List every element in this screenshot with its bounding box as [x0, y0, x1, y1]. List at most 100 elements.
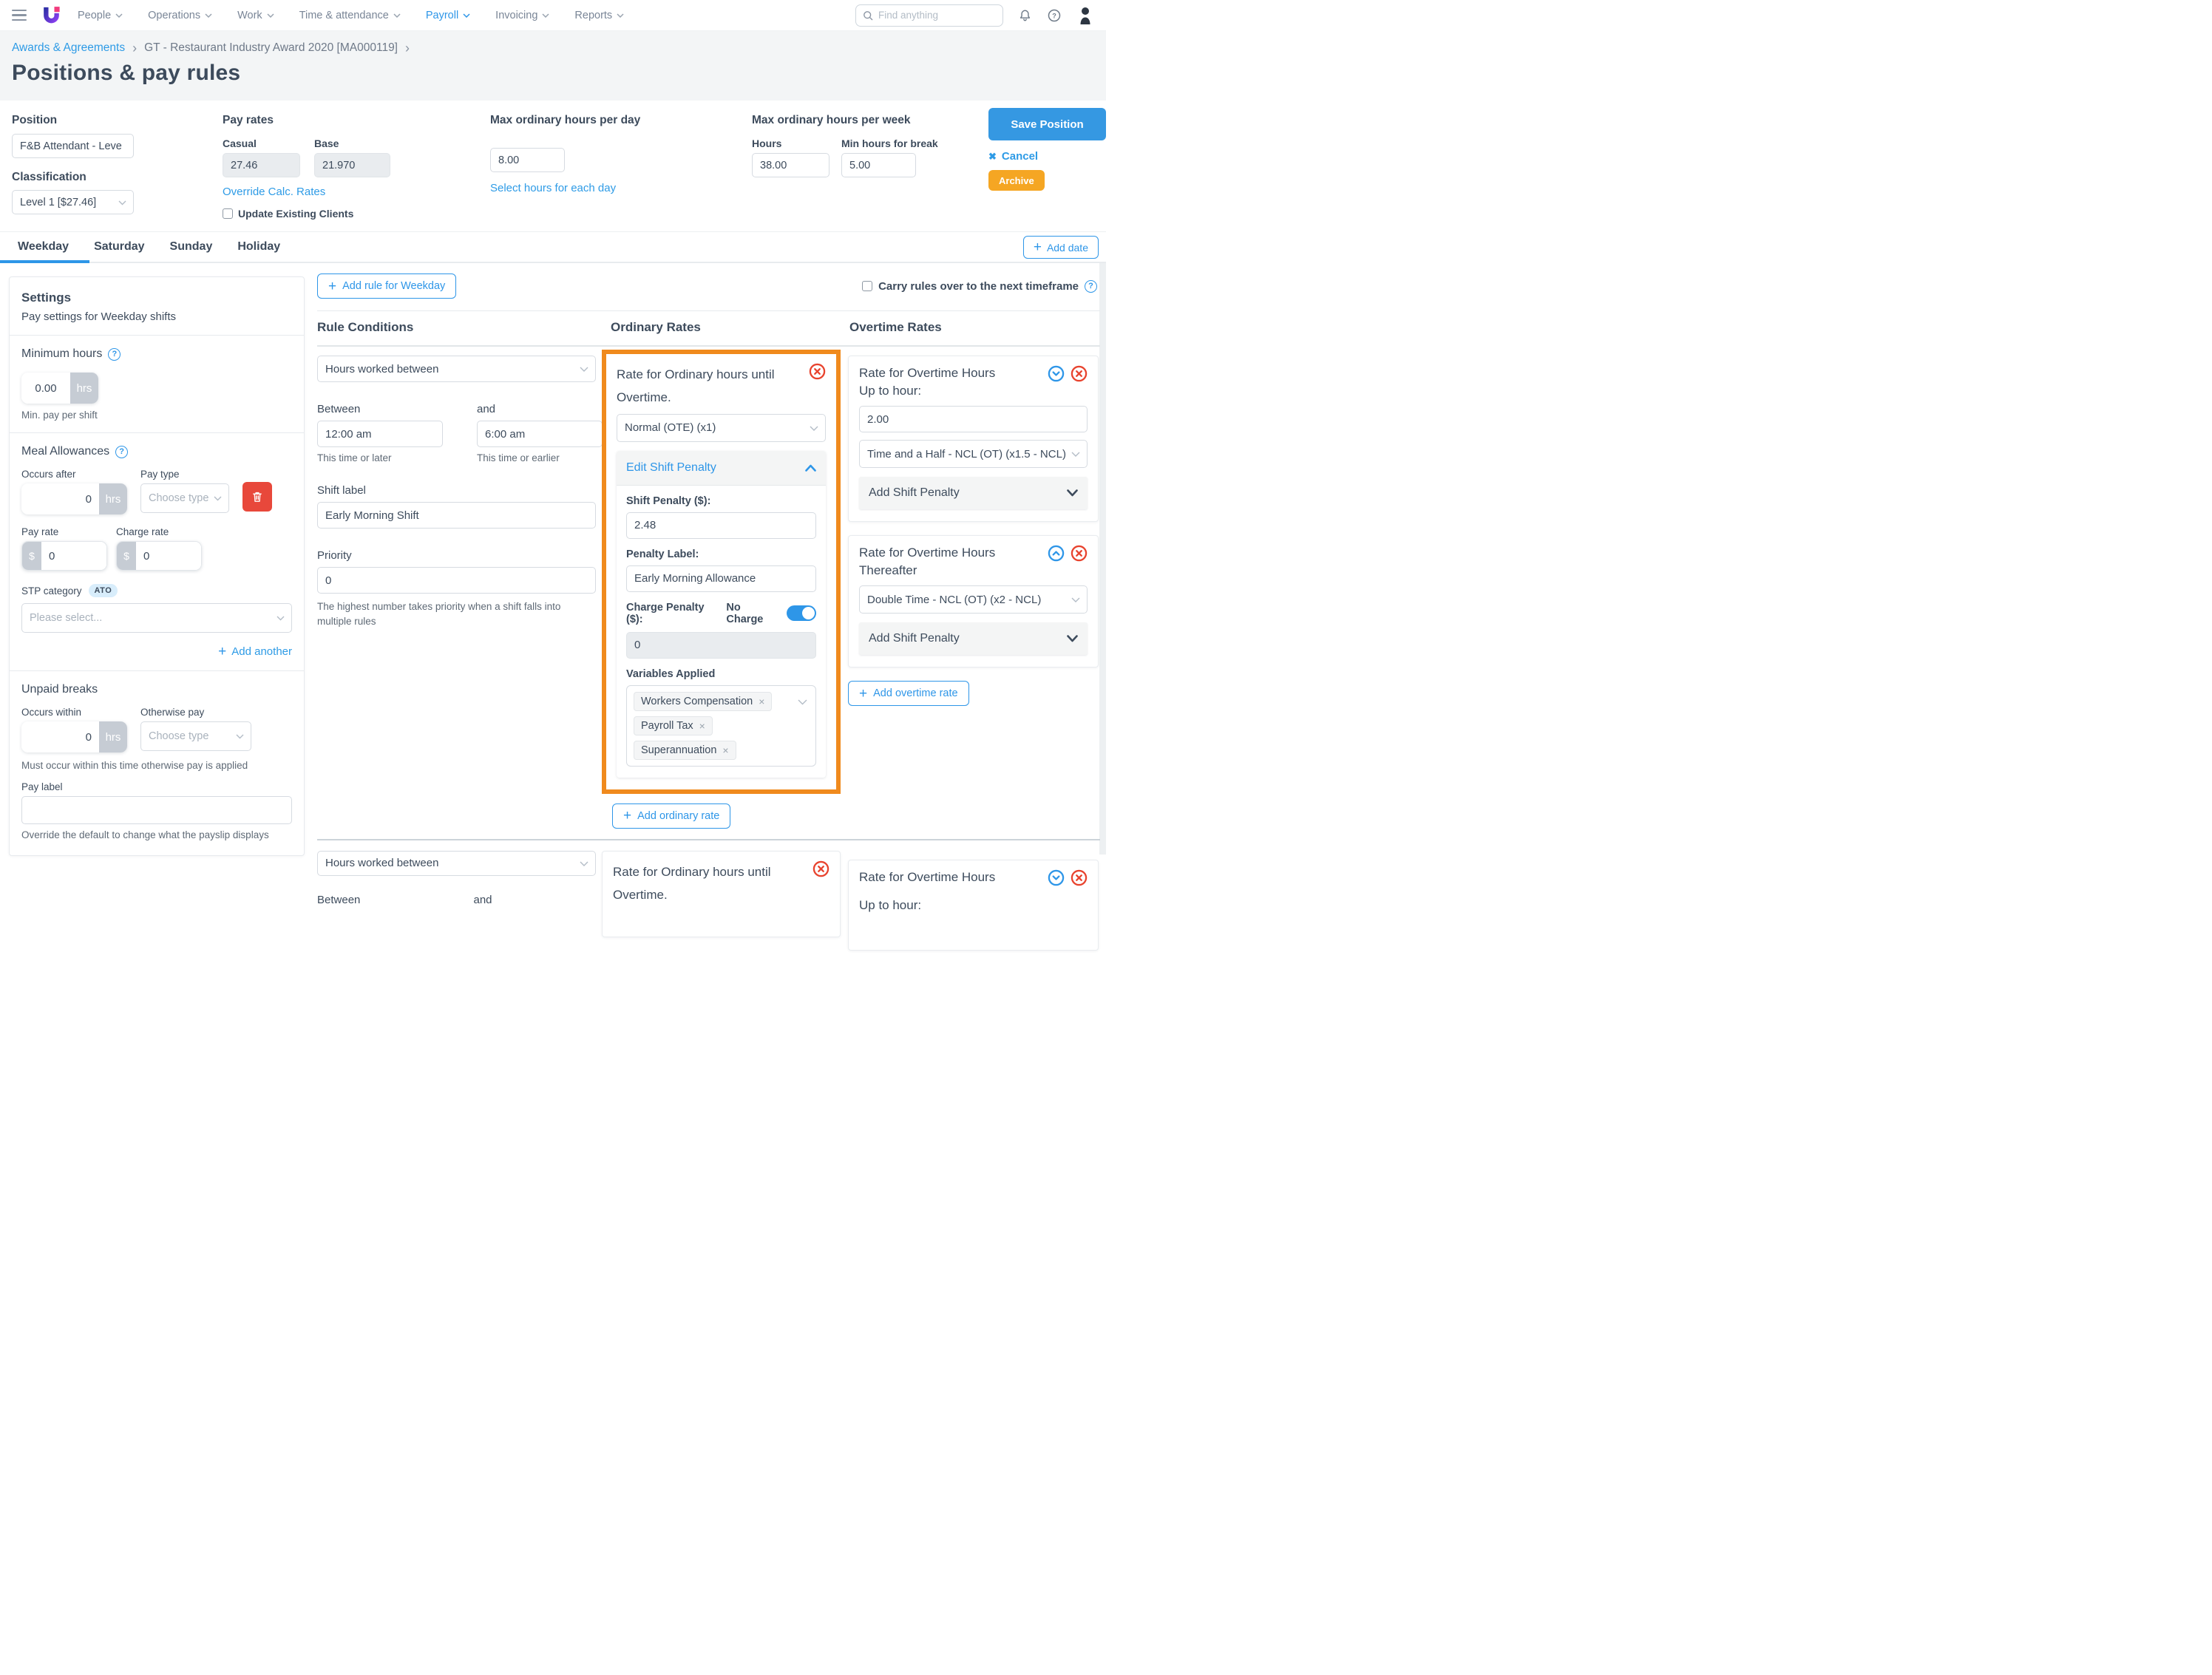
menu-icon[interactable] [12, 10, 27, 21]
add-another-allowance-link[interactable]: + Add another [21, 645, 292, 659]
nav-item-reports[interactable]: Reports [574, 10, 624, 21]
remove-overtime-rate-icon[interactable] [1071, 869, 1088, 886]
add-shift-penalty-toggle[interactable]: Add Shift Penalty [859, 477, 1088, 509]
occurs-within-input[interactable] [21, 721, 99, 752]
rule1-condition-select[interactable]: Hours worked between [317, 356, 596, 382]
variable-chip-label: Superannuation [641, 744, 716, 756]
overtime-rate-value: Time and a Half - NCL (OT) (x1.5 - NCL) [867, 448, 1066, 461]
add-date-button[interactable]: + Add date [1023, 236, 1099, 259]
overtime-rate-select[interactable]: Double Time - NCL (OT) (x2 - NCL) [859, 585, 1088, 614]
breadcrumb-current[interactable]: GT - Restaurant Industry Award 2020 [MA0… [144, 41, 398, 55]
meal-allowances-help-icon[interactable]: ? [115, 446, 128, 458]
add-shift-penalty-label: Add Shift Penalty [869, 486, 960, 500]
priority-help-text: The highest number takes priority when a… [317, 599, 596, 630]
collapse-overtime-rate-icon[interactable] [1048, 869, 1065, 886]
remove-ordinary-rate-icon[interactable] [809, 363, 826, 380]
base-rate-input[interactable] [314, 153, 390, 177]
help-icon[interactable]: ? [1047, 8, 1062, 23]
priority-input[interactable] [317, 567, 596, 594]
otherwise-pay-placeholder: Choose type [149, 730, 208, 742]
edit-shift-penalty-toggle[interactable]: Edit Shift Penalty [617, 451, 826, 485]
pay-rate-input[interactable] [41, 542, 106, 570]
remove-overtime-rate-icon[interactable] [1071, 545, 1088, 562]
overtime-rates-header: Overtime Rates [841, 320, 1100, 335]
remove-chip-icon[interactable]: × [722, 744, 728, 756]
collapse-overtime-rate-icon[interactable] [1048, 365, 1065, 382]
breadcrumb-link-awards[interactable]: Awards & Agreements [12, 41, 125, 55]
tab-sunday[interactable]: Sunday [170, 240, 213, 254]
penalty-label-input[interactable] [626, 565, 816, 592]
tab-weekday[interactable]: Weekday [18, 240, 69, 254]
update-existing-clients-checkbox[interactable]: Update Existing Clients [223, 208, 390, 220]
minimum-hours-help-icon[interactable]: ? [108, 348, 121, 361]
position-form: Position Classification Level 1 [$27.46]… [0, 101, 1106, 232]
stp-category-select[interactable]: Please select... [21, 603, 292, 633]
archive-button[interactable]: Archive [988, 170, 1045, 191]
nav-item-invoicing[interactable]: Invoicing [495, 10, 549, 21]
add-rule-for-weekday-button[interactable]: + Add rule for Weekday [317, 273, 456, 299]
rule-row: Hours worked between Between and Rate fo… [317, 840, 1100, 951]
plus-icon: + [328, 279, 336, 293]
and-time-input[interactable] [477, 421, 603, 447]
occurs-after-input[interactable] [21, 483, 99, 514]
chevron-down-icon [463, 13, 470, 18]
up-to-hour-input[interactable] [859, 406, 1088, 432]
nav-item-operations[interactable]: Operations [148, 10, 212, 21]
add-shift-penalty-toggle[interactable]: Add Shift Penalty [859, 622, 1088, 655]
cancel-button[interactable]: ✖ Cancel [988, 150, 1106, 163]
nav-item-people[interactable]: People [78, 10, 123, 21]
pay-label-input[interactable] [21, 796, 292, 824]
occurs-within-label: Occurs within [21, 707, 127, 718]
week-hours-input[interactable] [752, 153, 830, 177]
min-hours-break-input[interactable] [841, 153, 916, 177]
charge-rate-input[interactable] [136, 542, 201, 570]
classification-select[interactable]: Level 1 [$27.46] [12, 190, 134, 214]
trash-icon [251, 490, 264, 503]
rule-conditions-header: Rule Conditions [317, 320, 602, 335]
remove-chip-icon[interactable]: × [759, 696, 764, 707]
remove-ordinary-rate-icon[interactable] [812, 860, 830, 877]
save-position-button[interactable]: Save Position [988, 108, 1106, 140]
ato-badge: ATO [89, 584, 118, 597]
ordinary-rate-select[interactable]: Normal (OTE) (x1) [617, 414, 826, 442]
variable-chip: Superannuation × [634, 741, 736, 760]
no-charge-toggle[interactable] [787, 605, 816, 621]
remove-overtime-rate-icon[interactable] [1071, 365, 1088, 382]
add-ordinary-rate-button[interactable]: + Add ordinary rate [612, 803, 730, 829]
rule2-condition-select[interactable]: Hours worked between [317, 851, 596, 876]
add-overtime-rate-button[interactable]: + Add overtime rate [848, 681, 969, 706]
casual-rate-input[interactable] [223, 153, 300, 177]
remove-chip-icon[interactable]: × [699, 720, 705, 732]
between-time-input[interactable] [317, 421, 443, 447]
minimum-hours-help-text: Min. pay per shift [21, 410, 292, 421]
delete-meal-allowance-button[interactable] [242, 482, 272, 512]
tab-saturday[interactable]: Saturday [94, 240, 144, 254]
carry-rules-checkbox[interactable]: Carry rules over to the next timeframe ? [862, 280, 1097, 293]
variables-applied-multiselect[interactable]: Workers Compensation× Payroll Tax× Super… [626, 685, 816, 767]
select-hours-each-day-link[interactable]: Select hours for each day [490, 182, 640, 194]
max-day-hours-input[interactable] [490, 148, 565, 172]
app-logo-icon[interactable] [41, 5, 61, 26]
nav-item-time-attendance[interactable]: Time & attendance [299, 10, 401, 21]
notifications-bell-icon[interactable] [1018, 8, 1032, 23]
tab-holiday[interactable]: Holiday [237, 240, 280, 254]
add-shift-penalty-label: Add Shift Penalty [869, 632, 960, 645]
chevron-down-icon [393, 13, 401, 18]
nav-item-work[interactable]: Work [237, 10, 274, 21]
pay-type-select[interactable]: Choose type [140, 483, 229, 513]
expand-overtime-rate-icon[interactable] [1048, 545, 1065, 562]
update-existing-clients-label: Update Existing Clients [238, 208, 353, 220]
shift-label-input[interactable] [317, 502, 596, 529]
otherwise-pay-select[interactable]: Choose type [140, 721, 251, 751]
search-input[interactable] [855, 4, 1003, 27]
minimum-hours-input[interactable] [21, 373, 70, 404]
plus-icon: + [1034, 240, 1042, 254]
shift-penalty-amount-input[interactable] [626, 512, 816, 539]
position-input[interactable] [12, 134, 134, 158]
charge-penalty-input[interactable] [626, 632, 816, 659]
carry-rules-help-icon[interactable]: ? [1085, 280, 1097, 293]
overtime-rate-select[interactable]: Time and a Half - NCL (OT) (x1.5 - NCL) [859, 440, 1088, 468]
nav-item-payroll[interactable]: Payroll [426, 10, 470, 21]
override-calc-rates-link[interactable]: Override Calc. Rates [223, 186, 390, 198]
avatar[interactable] [1076, 6, 1094, 25]
